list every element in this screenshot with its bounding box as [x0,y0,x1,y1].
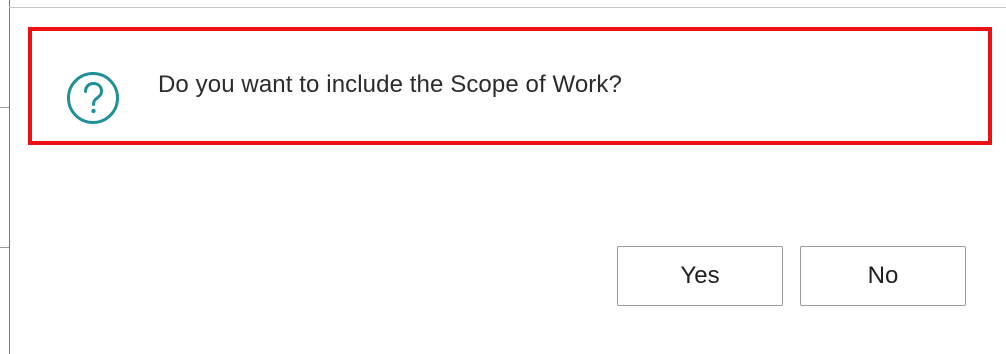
yes-button[interactable]: Yes [617,246,783,306]
window-border-top [9,7,1006,8]
no-button[interactable]: No [800,246,966,306]
background-divider [0,107,9,108]
dialog-message: Do you want to include the Scope of Work… [158,71,622,98]
window-border-left [9,0,10,354]
message-highlight-box: Do you want to include the Scope of Work… [28,27,992,145]
question-circle-icon [65,70,121,126]
dialog-window: Do you want to include the Scope of Work… [0,0,1006,354]
background-divider [0,247,9,248]
